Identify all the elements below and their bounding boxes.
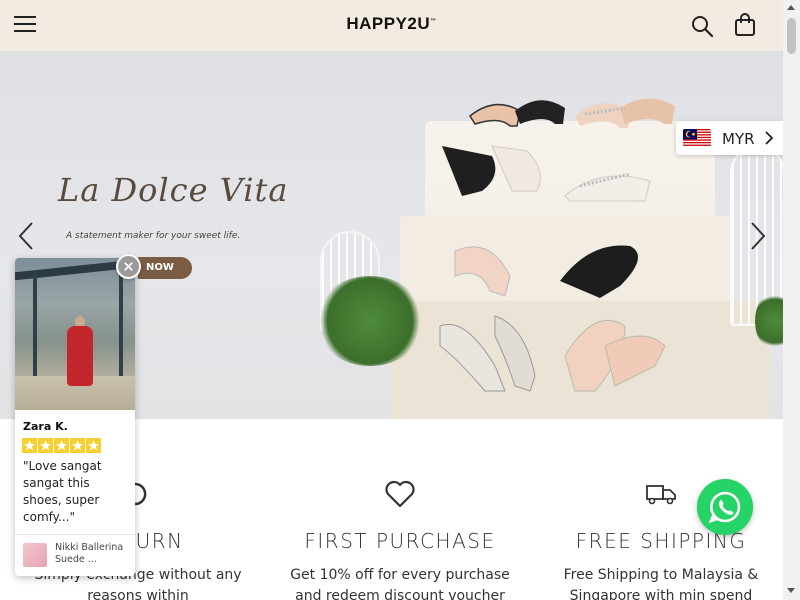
search-icon[interactable] <box>690 14 714 38</box>
plant-decoration <box>315 276 425 366</box>
review-popup[interactable]: Zara K. "Love sangat sangat this shoes, … <box>15 258 135 576</box>
shopping-bag-icon[interactable] <box>734 13 756 37</box>
product-link[interactable]: Nikki Ballerina Suede ... <box>55 542 133 566</box>
sandal-image <box>469 100 565 127</box>
heels-image <box>454 245 638 298</box>
chevron-right-icon <box>765 131 774 145</box>
whatsapp-icon[interactable] <box>697 479 753 535</box>
site-logo[interactable]: HAPPY2U™ <box>0 14 783 34</box>
sandal-image <box>575 98 675 128</box>
scroll-thumb[interactable] <box>787 18 796 54</box>
currency-code: MYR <box>722 130 755 148</box>
heart-icon <box>385 480 415 508</box>
star-icon <box>38 438 53 453</box>
currency-selector[interactable]: MYR <box>676 121 783 155</box>
feature-description: Get 10% off for every purchase and redee… <box>290 567 510 600</box>
scroll-down-arrow-icon[interactable] <box>787 588 795 593</box>
star-rating <box>22 438 101 453</box>
heels-image <box>439 315 666 392</box>
star-icon <box>54 438 69 453</box>
product-thumbnail[interactable] <box>23 543 47 567</box>
site-header: HAPPY2U™ <box>0 0 783 51</box>
star-icon <box>22 438 37 453</box>
feature-title: FREE SHIPPING <box>575 529 747 553</box>
star-icon <box>70 438 85 453</box>
malaysia-flag-icon <box>683 129 711 147</box>
prev-slide-icon[interactable] <box>16 221 36 251</box>
feature-description: Free Shipping to Malaysia & Singapore wi… <box>563 567 759 600</box>
page: HAPPY2U™ La Dolce Vita A statement maker… <box>0 0 800 600</box>
vertical-scrollbar[interactable] <box>783 0 800 600</box>
mule-image <box>564 172 651 202</box>
feature-title: FIRST PURCHASE <box>304 529 496 553</box>
collection-tagline: A statement maker for your sweet life. <box>66 231 241 241</box>
collection-title: La Dolce Vita <box>58 171 289 209</box>
shop-now-button[interactable]: NOW <box>138 257 192 279</box>
reviewer-name: Zara K. <box>23 420 68 433</box>
close-icon[interactable] <box>116 254 141 279</box>
next-slide-icon[interactable] <box>748 221 768 251</box>
review-photo[interactable] <box>15 258 135 410</box>
review-text: "Love sangat sangat this shoes, super co… <box>23 459 102 524</box>
scroll-up-arrow-icon[interactable] <box>787 5 795 10</box>
star-icon <box>86 438 101 453</box>
